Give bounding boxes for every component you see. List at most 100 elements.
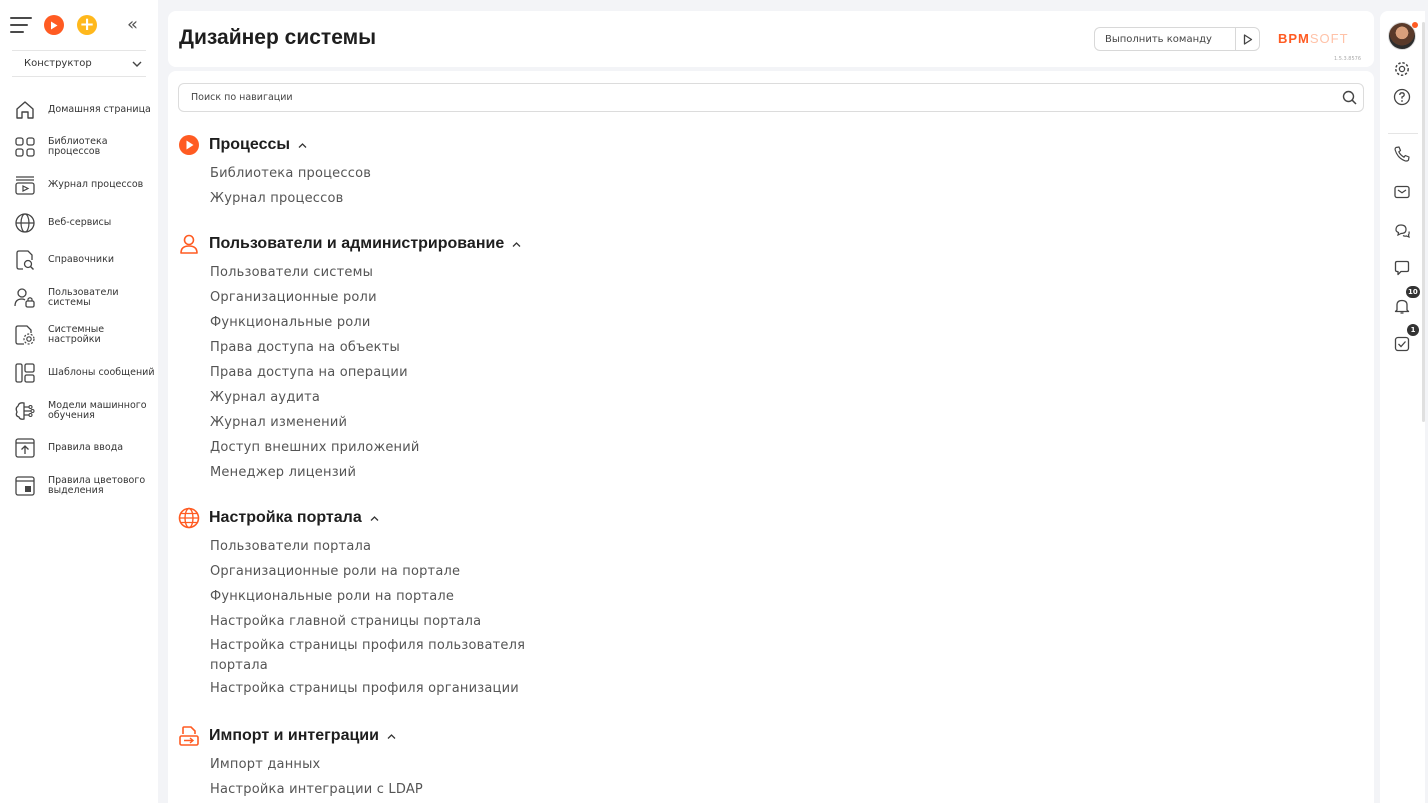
template-icon: [15, 363, 35, 383]
email-icon[interactable]: [1393, 183, 1411, 201]
section-title: Пользователи и администрирование: [209, 235, 505, 252]
page-scrollbar[interactable]: [1422, 22, 1425, 422]
collapse-sidebar-icon[interactable]: «: [127, 14, 138, 35]
sidebar-item-input-rules[interactable]: Правила ввода: [0, 429, 158, 467]
section-title: Импорт и интеграции: [209, 727, 379, 744]
process-play-icon: [179, 135, 199, 155]
nav-link[interactable]: Менеджер лицензий: [210, 465, 530, 480]
workspace-value: Конструктор: [24, 58, 92, 69]
phone-icon[interactable]: [1393, 145, 1411, 163]
section-users-admin: Пользователи и администрирование Пользов…: [178, 233, 530, 490]
section-processes: Процессы Библиотека процессов Журнал про…: [178, 134, 530, 216]
section-title: Процессы: [209, 136, 291, 153]
nav-link[interactable]: Настройка страницы профиля пользователя …: [210, 636, 530, 676]
nav-link[interactable]: Пользователи системы: [210, 265, 530, 280]
command-input[interactable]: [1095, 33, 1235, 45]
nav-link[interactable]: Пользователи портала: [210, 539, 530, 554]
workspace-select[interactable]: Конструктор: [12, 50, 146, 77]
upload-rule-icon: [15, 438, 35, 458]
nav-link[interactable]: Доступ внешних приложений: [210, 440, 530, 455]
section-links: Пользователи системы Организационные рол…: [210, 265, 530, 480]
section-portal-settings: Настройка портала Пользователи портала О…: [178, 507, 530, 706]
chevron-up-icon: [298, 142, 307, 148]
user-lock-icon: [14, 288, 35, 308]
sidebar-item-label: Правила цветового выделения: [48, 474, 146, 496]
nav-link[interactable]: Журнал процессов: [210, 191, 530, 206]
status-dot: [1412, 22, 1418, 28]
sidebar-item-label: Домашняя страница: [48, 103, 151, 115]
nav-link[interactable]: Настройка страницы профиля организации: [210, 681, 530, 696]
search-icon: [1342, 90, 1357, 105]
sidebar-item-home[interactable]: Домашняя страница: [0, 91, 158, 129]
nav-link[interactable]: Права доступа на операции: [210, 365, 530, 380]
user-icon: [180, 234, 198, 254]
sidebar-item-process-log[interactable]: Журнал процессов: [0, 166, 158, 204]
sidebar-item-system-users[interactable]: Пользователи системы: [0, 279, 158, 317]
chevron-up-icon: [370, 515, 379, 521]
add-button[interactable]: +: [77, 15, 97, 35]
run-process-button[interactable]: [44, 15, 64, 35]
chevron-up-icon: [512, 241, 521, 247]
sidebar-item-web-services[interactable]: Веб-сервисы: [0, 204, 158, 242]
nav-link[interactable]: Импорт данных: [210, 757, 530, 772]
section-header-portal-settings[interactable]: Настройка портала: [178, 507, 530, 529]
sidebar-item-lookups[interactable]: Справочники: [0, 241, 158, 279]
logo-strong: BPM: [1278, 31, 1310, 46]
brand-logo: BPMSOFT: [1278, 31, 1349, 46]
globe-icon: [15, 212, 35, 233]
process-log-icon: [15, 176, 35, 195]
sidebar-item-message-templates[interactable]: Шаблоны сообщений: [0, 354, 158, 392]
nav-link[interactable]: Настройка интеграции с LDAP: [210, 782, 530, 797]
section-title: Настройка портала: [209, 509, 362, 526]
tasks-icon[interactable]: [1393, 335, 1411, 353]
sidebar-item-label: Журнал процессов: [48, 178, 144, 190]
left-sidebar: + « Конструктор Домашняя страница Библио…: [0, 0, 158, 803]
search-input[interactable]: [179, 92, 1335, 103]
nav-link[interactable]: Функциональные роли на портале: [210, 589, 530, 604]
search-button[interactable]: [1335, 90, 1363, 105]
section-header-import-integrations[interactable]: Импорт и интеграции: [178, 725, 530, 747]
nav-search: [178, 83, 1364, 112]
logo-light: SOFT: [1309, 31, 1349, 46]
nav-link[interactable]: Организационные роли на портале: [210, 564, 530, 579]
nav-link[interactable]: Настройка главной страницы портала: [210, 614, 530, 629]
rail-divider: [1388, 133, 1418, 134]
nav-link[interactable]: Библиотека процессов: [210, 166, 530, 181]
chevron-down-icon: [132, 61, 142, 67]
chat-icon[interactable]: [1393, 221, 1411, 239]
section-import-integrations: Импорт и интеграции Импорт данных Настро…: [178, 725, 530, 803]
nav-link[interactable]: Права доступа на объекты: [210, 340, 530, 355]
sidebar-item-label: Правила ввода: [48, 442, 124, 454]
chevron-up-icon: [387, 733, 396, 739]
nav-link[interactable]: Журнал изменений: [210, 415, 530, 430]
sidebar-top-bar: + «: [0, 0, 158, 50]
sidebar-item-process-library[interactable]: Библиотека процессов: [0, 129, 158, 167]
section-links: Библиотека процессов Журнал процессов: [210, 166, 530, 206]
run-command-button[interactable]: [1235, 28, 1259, 50]
menu-icon[interactable]: [10, 17, 32, 33]
section-header-processes[interactable]: Процессы: [178, 134, 530, 156]
gear-icon[interactable]: [1393, 60, 1411, 78]
nav-link[interactable]: Организационные роли: [210, 290, 530, 305]
play-icon: [51, 21, 58, 29]
section-header-users-admin[interactable]: Пользователи и администрирование: [178, 233, 530, 255]
sidebar-item-color-rules[interactable]: Правила цветового выделения: [0, 467, 158, 505]
sidebar-item-ml-models[interactable]: Модели машинного обучения: [0, 392, 158, 430]
bell-icon[interactable]: [1393, 297, 1411, 315]
section-links: Импорт данных Настройка интеграции с LDA…: [210, 757, 530, 797]
sidebar-item-label: Веб-сервисы: [48, 216, 112, 228]
nav-link[interactable]: Функциональные роли: [210, 315, 530, 330]
section-links: Пользователи портала Организационные рол…: [210, 539, 530, 696]
command-line: [1094, 27, 1260, 51]
page-header: Дизайнер системы BPMSOFT 1.5.3.8576: [168, 11, 1374, 67]
lookup-icon: [16, 250, 34, 271]
nav-link[interactable]: Журнал аудита: [210, 390, 530, 405]
brain-icon: [15, 401, 35, 420]
help-icon[interactable]: [1393, 88, 1411, 106]
sidebar-item-label: Модели машинного обучения: [48, 399, 147, 421]
navigation-panel: Процессы Библиотека процессов Журнал про…: [168, 71, 1374, 803]
color-rule-icon: [15, 476, 35, 496]
process-library-icon: [15, 137, 35, 158]
sidebar-item-system-settings[interactable]: Системные настройки: [0, 317, 158, 355]
message-icon[interactable]: [1393, 259, 1411, 277]
